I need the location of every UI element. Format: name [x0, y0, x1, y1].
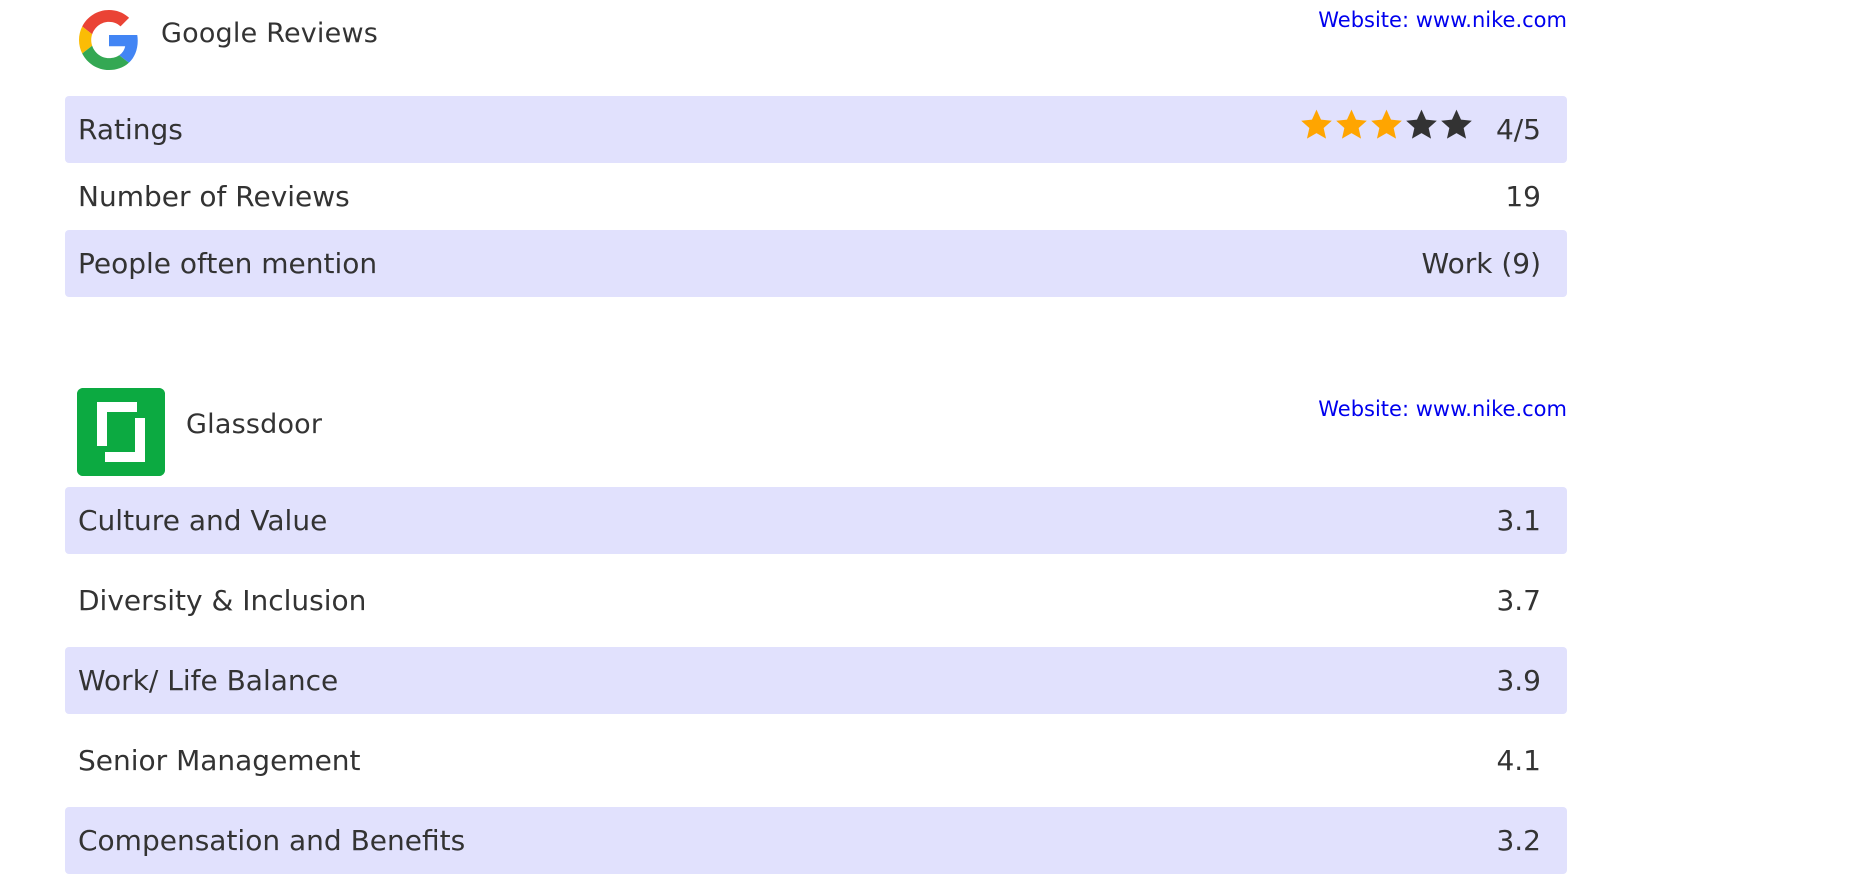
senior-management-row: Senior Management 4.1	[65, 727, 1567, 794]
compensation-benefits-value: 3.2	[1496, 824, 1541, 857]
work-life-balance-value: 3.9	[1496, 664, 1541, 697]
reviews-count-row: Number of Reviews 19	[65, 163, 1567, 230]
star-filled-icon	[1301, 109, 1332, 139]
google-logo-icon	[79, 10, 138, 70]
senior-management-value: 4.1	[1496, 744, 1541, 777]
diversity-inclusion-row: Diversity & Inclusion 3.7	[65, 567, 1567, 634]
often-mention-value: Work (9)	[1421, 247, 1541, 280]
work-life-balance-row: Work/ Life Balance 3.9	[65, 647, 1567, 714]
google-reviews-header: Google Reviews Website: www.nike.com	[65, 0, 1567, 80]
ratings-row: Ratings 4/5	[65, 96, 1567, 163]
diversity-inclusion-label: Diversity & Inclusion	[78, 584, 367, 617]
often-mention-label: People often mention	[78, 247, 378, 280]
glassdoor-section: Glassdoor Website: www.nike.com Culture …	[65, 385, 1567, 874]
ratings-value: 4/5	[1495, 113, 1541, 146]
star-filled-icon	[1336, 109, 1367, 139]
work-life-balance-label: Work/ Life Balance	[78, 664, 339, 697]
google-reviews-section: Google Reviews Website: www.nike.com Rat…	[65, 0, 1567, 297]
often-mention-row: People often mention Work (9)	[65, 230, 1567, 297]
culture-value-label: Culture and Value	[78, 504, 328, 537]
culture-value-value: 3.1	[1496, 504, 1541, 537]
diversity-inclusion-value: 3.7	[1496, 584, 1541, 617]
reviews-page: Google Reviews Website: www.nike.com Rat…	[0, 0, 1871, 890]
glassdoor-title: Glassdoor	[186, 409, 323, 440]
culture-value-row: Culture and Value 3.1	[65, 487, 1567, 554]
compensation-benefits-label: Compensation and Benefits	[78, 824, 466, 857]
ratings-label: Ratings	[78, 113, 183, 146]
compensation-benefits-row: Compensation and Benefits 3.2	[65, 807, 1567, 874]
google-reviews-title: Google Reviews	[161, 18, 378, 49]
star-filled-icon	[1371, 109, 1402, 139]
google-website-link[interactable]: Website: www.nike.com	[1318, 8, 1567, 32]
star-rating	[1299, 107, 1474, 142]
reviews-count-label: Number of Reviews	[78, 180, 350, 213]
glassdoor-website-link[interactable]: Website: www.nike.com	[1318, 397, 1567, 421]
senior-management-label: Senior Management	[78, 744, 361, 777]
ratings-value-group: 4/5	[1299, 109, 1541, 146]
reviews-count-value: 19	[1505, 180, 1541, 213]
star-empty-icon	[1406, 109, 1437, 139]
glassdoor-header: Glassdoor Website: www.nike.com	[65, 385, 1567, 482]
star-empty-icon	[1441, 109, 1472, 139]
glassdoor-logo-icon	[77, 388, 165, 476]
